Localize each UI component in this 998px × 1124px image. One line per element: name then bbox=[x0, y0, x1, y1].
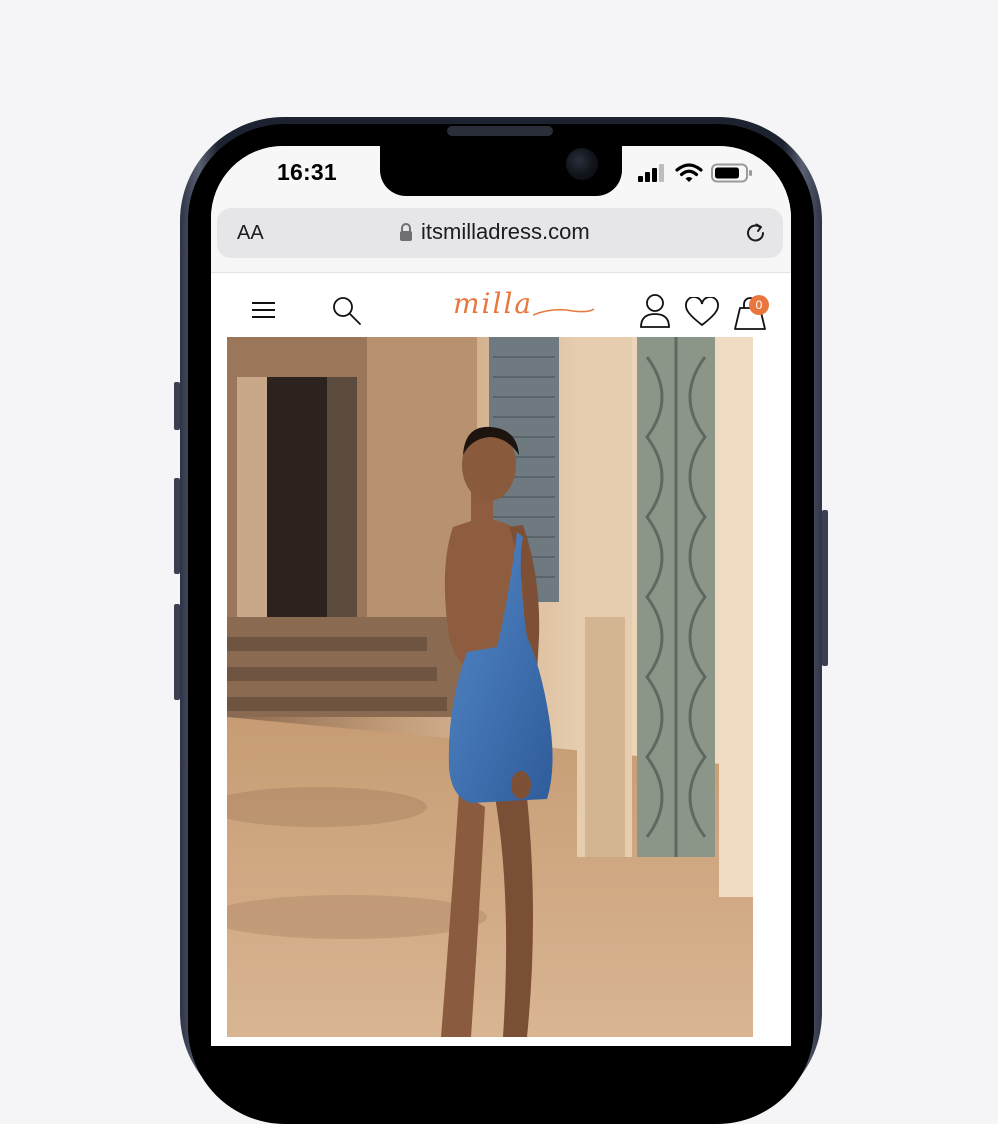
earpiece-speaker bbox=[447, 126, 553, 136]
browser-toolbar: AA itsmilladress.com bbox=[211, 202, 791, 273]
cart-count-badge: 0 bbox=[749, 295, 769, 315]
address-bar[interactable]: AA itsmilladress.com bbox=[217, 208, 783, 258]
reload-icon[interactable] bbox=[743, 220, 769, 246]
phone-screen: 16:31 AA itsmilladress.com milla 0 bbox=[211, 146, 791, 1046]
wishlist-icon[interactable] bbox=[685, 297, 719, 327]
battery-icon bbox=[711, 163, 752, 183]
logo-flourish bbox=[533, 308, 595, 316]
status-time: 16:31 bbox=[277, 159, 337, 185]
front-camera bbox=[566, 148, 598, 180]
url-text: itsmilladress.com bbox=[421, 219, 590, 244]
lock-icon bbox=[400, 223, 412, 241]
power-button bbox=[822, 510, 828, 666]
site-header: milla bbox=[211, 273, 791, 337]
volume-up-button bbox=[174, 478, 180, 574]
status-icons bbox=[637, 162, 753, 184]
mute-switch bbox=[174, 382, 180, 430]
product-photo[interactable] bbox=[227, 337, 753, 1037]
site-logo[interactable]: milla bbox=[453, 287, 533, 320]
search-icon[interactable] bbox=[331, 295, 363, 327]
menu-icon[interactable] bbox=[251, 301, 277, 321]
account-icon[interactable] bbox=[639, 293, 671, 329]
wifi-icon bbox=[675, 163, 703, 182]
url-display[interactable]: itsmilladress.com bbox=[399, 219, 590, 245]
volume-down-button bbox=[174, 604, 180, 700]
text-size-button[interactable]: AA bbox=[237, 222, 264, 245]
notch bbox=[380, 146, 622, 196]
signal-icon bbox=[638, 164, 664, 182]
